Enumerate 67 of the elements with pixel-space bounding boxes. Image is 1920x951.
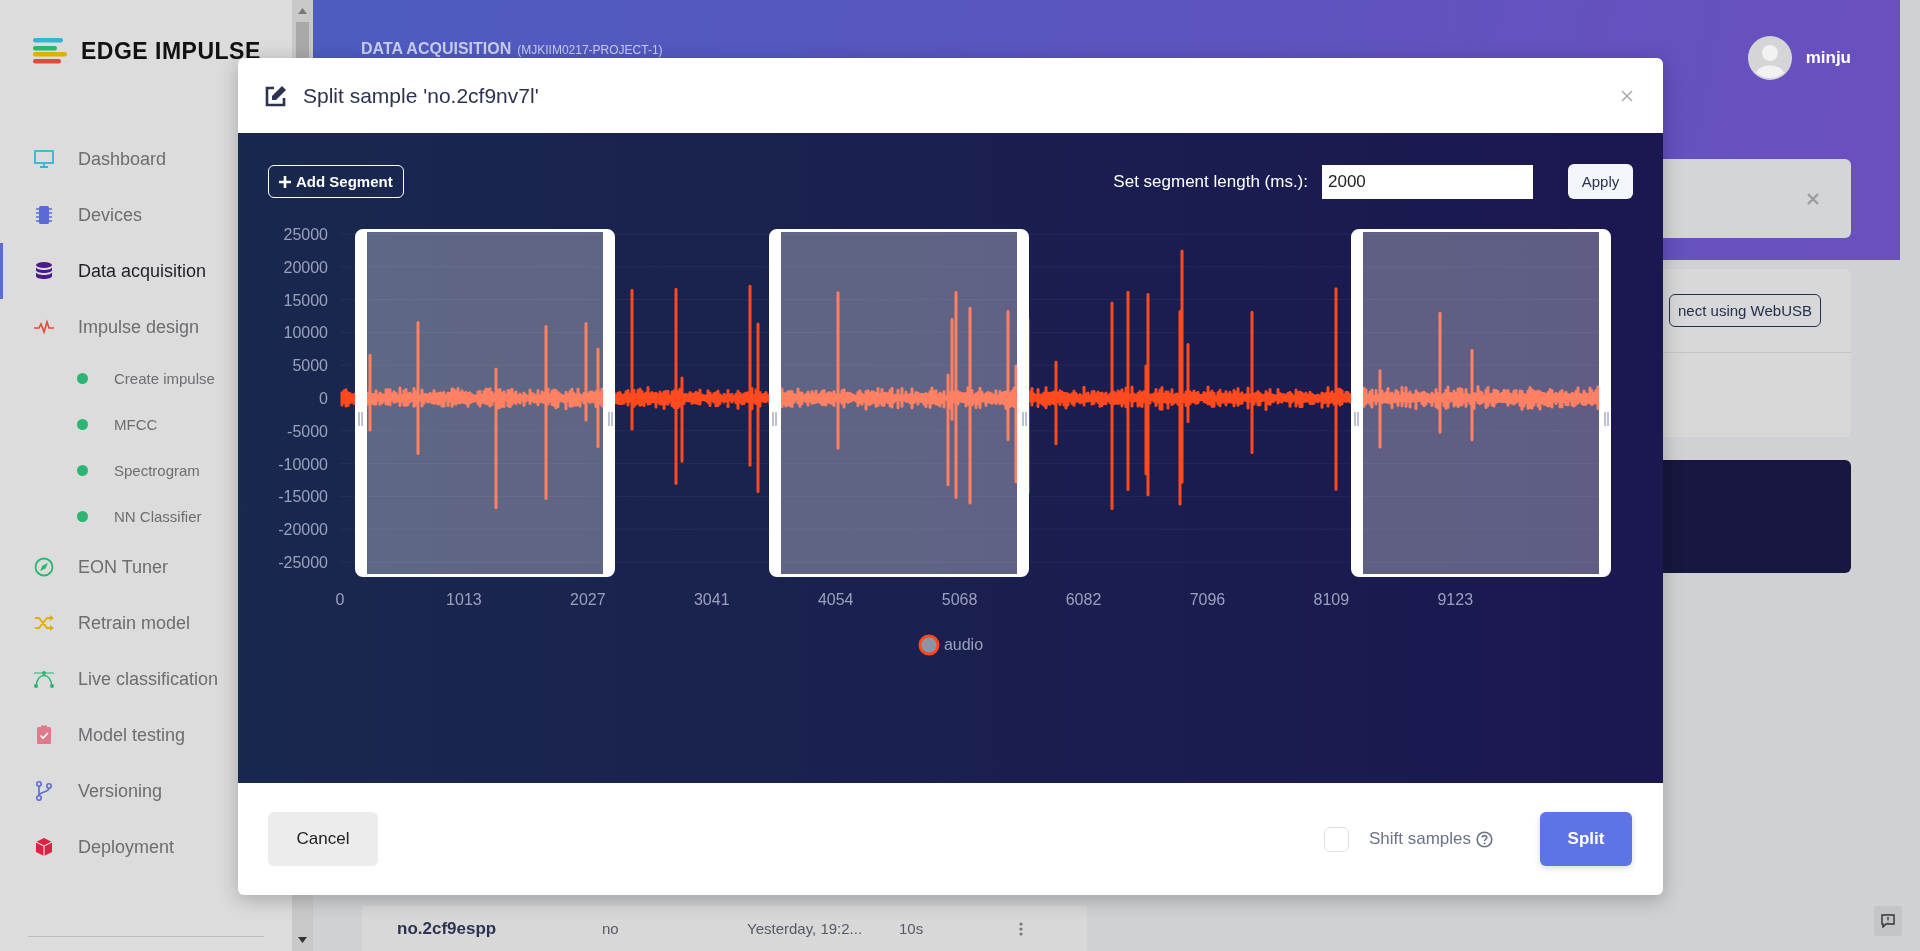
feedback-button[interactable]	[1874, 906, 1902, 936]
nav-item[interactable]: Model testing	[0, 707, 292, 763]
x-axis-label: 1013	[446, 591, 482, 608]
cancel-button[interactable]: Cancel	[268, 812, 378, 866]
segment-frame[interactable]	[1351, 229, 1611, 577]
table-cell-text: 10s	[899, 920, 925, 937]
x-axis-label: 2027	[570, 591, 606, 608]
nav-item[interactable]: Live classification	[0, 651, 292, 707]
apply-button[interactable]: Apply	[1568, 164, 1633, 199]
shuffle-icon	[33, 612, 55, 634]
bezier-icon	[33, 668, 55, 690]
checkbox[interactable]	[1323, 826, 1349, 852]
split-button[interactable]: Split	[1540, 812, 1632, 866]
kebab-menu-icon[interactable]	[1019, 921, 1023, 936]
database-icon	[33, 260, 55, 282]
segment-length-field[interactable]: 2000	[1322, 164, 1533, 199]
scroll-down-icon[interactable]	[298, 937, 307, 943]
x-axis-label: 5068	[941, 591, 978, 608]
chat-icon	[1881, 914, 1895, 928]
brand-logo[interactable]: EDGE IMPULSE	[81, 37, 261, 65]
branch-icon	[33, 780, 55, 802]
legend-label[interactable]: audio	[943, 636, 984, 654]
table-cell-text: Yesterday, 19:2...	[747, 920, 864, 937]
nav-subitem[interactable]: Create impulse	[0, 355, 292, 401]
x-axis-label: 3041	[693, 591, 730, 608]
x-axis-label: 9123	[1437, 591, 1474, 608]
user-name[interactable]: minju	[1805, 48, 1851, 68]
sample-row[interactable]: no.2cf9espp no Yesterday, 19:2... 10s	[362, 906, 1087, 951]
avatar-icon[interactable]	[1747, 36, 1792, 80]
connect-button[interactable]: nect using WebUSB	[1669, 294, 1821, 327]
checkbox-label[interactable]: Shift samples	[1368, 829, 1471, 849]
table-cell-text: no	[602, 920, 620, 937]
status-dot-icon	[77, 418, 88, 430]
y-axis-label: -20000	[278, 521, 328, 539]
chip-icon	[33, 204, 55, 226]
y-axis-label: -5000	[287, 422, 328, 440]
compass-icon	[33, 556, 55, 578]
segment-frame[interactable]	[355, 229, 615, 577]
table-cell-text: no.2cf9espp	[397, 918, 498, 939]
cube-icon	[33, 836, 55, 858]
page-title: DATA ACQUISITION	[361, 40, 512, 58]
x-axis-label: 4054	[817, 591, 854, 608]
x-axis-label: 7096	[1189, 591, 1226, 608]
nav-item[interactable]: Retrain model	[0, 595, 292, 651]
y-axis-label: 10000	[283, 324, 328, 342]
y-axis-label: -25000	[278, 554, 328, 571]
y-axis-label: -15000	[278, 488, 328, 506]
y-axis-label: -10000	[278, 455, 328, 473]
y-axis-label: 0	[319, 390, 328, 407]
status-dot-icon	[77, 464, 88, 476]
y-axis-label: 25000	[283, 226, 328, 243]
monitor-icon	[33, 148, 55, 170]
status-dot-icon	[77, 372, 88, 384]
scroll-up-icon[interactable]	[298, 8, 307, 14]
segment-frame[interactable]	[769, 229, 1029, 577]
status-dot-icon	[77, 510, 88, 522]
dialog-title: Split sample 'no.2cf9nv7l'	[303, 83, 540, 108]
plus-icon	[279, 175, 291, 188]
legend-marker-icon[interactable]	[917, 634, 940, 656]
y-axis-label: 5000	[292, 357, 328, 375]
x-axis-label: 6082	[1065, 591, 1102, 608]
x-axis-label: 0	[335, 591, 345, 608]
x-axis-label: 8109	[1313, 591, 1350, 608]
add-segment-button[interactable]: Add Segment	[268, 165, 404, 198]
project-name: (MJKIIM0217-PROJECT-1)	[517, 43, 663, 57]
help-icon[interactable]	[1476, 830, 1493, 848]
segment-length-label: Set segment length (ms.):	[1113, 171, 1308, 192]
